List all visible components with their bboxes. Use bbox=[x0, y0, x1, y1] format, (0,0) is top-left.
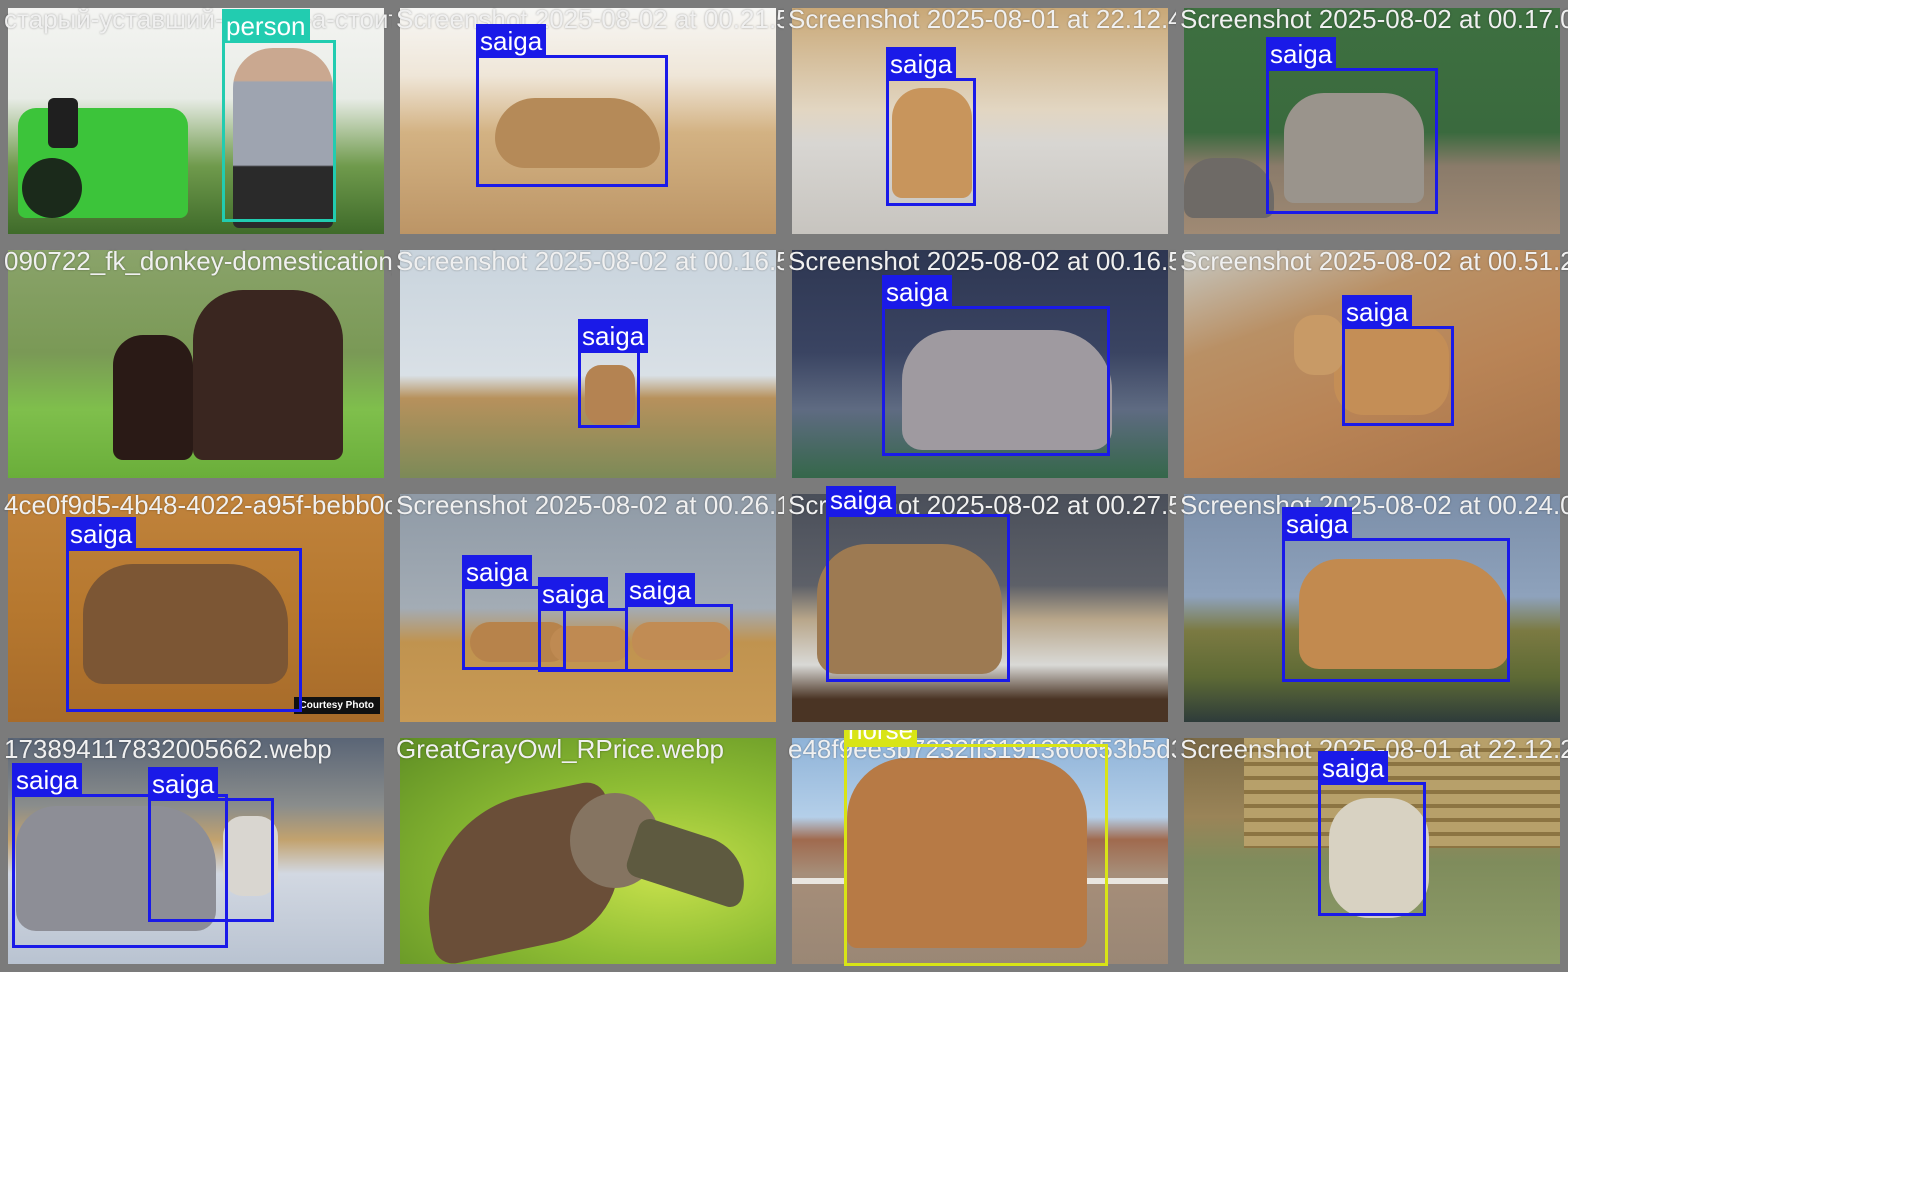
detection-label: saiga bbox=[1266, 37, 1337, 71]
donkey-shape bbox=[193, 290, 343, 460]
tile-12[interactable]: saiga Screenshot 2025-08-02 at 00.24.0 bbox=[1176, 486, 1568, 730]
detection-label: saiga bbox=[148, 767, 219, 801]
detection-label: saiga bbox=[462, 555, 533, 589]
tile-14[interactable]: GreatGrayOwl_RPrice.webp bbox=[392, 730, 784, 972]
detection-box-saiga[interactable]: saiga bbox=[1282, 507, 1510, 682]
detection-label: saiga bbox=[826, 486, 897, 517]
detection-label: person bbox=[222, 9, 310, 43]
tile-5[interactable]: 090722_fk_donkey-domestication_ bbox=[0, 242, 392, 486]
tile-7[interactable]: saiga Screenshot 2025-08-02 at 00.16.54.… bbox=[784, 242, 1176, 486]
detection-box-person[interactable]: person bbox=[222, 9, 336, 222]
detection-box-saiga[interactable]: saiga bbox=[476, 24, 668, 187]
owl-wing-shape bbox=[623, 815, 757, 911]
tractor-seat-shape bbox=[48, 98, 78, 148]
tile-16[interactable]: saiga Screenshot 2025-08-01 at 22.12.2 bbox=[1176, 730, 1568, 972]
detection-box-saiga[interactable]: saiga bbox=[1318, 751, 1426, 916]
detection-label: saiga bbox=[1282, 507, 1353, 541]
detection-label: saiga bbox=[476, 24, 547, 58]
tile-13[interactable]: saiga saiga 17389411783200566­2.webp bbox=[0, 730, 392, 972]
detection-box-saiga[interactable]: saiga bbox=[1342, 295, 1454, 426]
tractor-wheel-shape bbox=[22, 158, 82, 218]
tile-11[interactable]: saiga Screenshot 2025-08-02 at 00.27.57.… bbox=[784, 486, 1176, 730]
detection-label: saiga bbox=[12, 763, 83, 797]
tile-8[interactable]: saiga Screenshot 2025-08-02 at 00.51.2 bbox=[1176, 242, 1568, 486]
detection-box-saiga[interactable]: saiga bbox=[886, 47, 976, 206]
detection-box-saiga[interactable]: saiga bbox=[625, 573, 733, 672]
tile-2[interactable]: saiga Screenshot 2025-08-02 at 00.21.56.… bbox=[392, 0, 784, 242]
saiga-shape bbox=[1294, 315, 1344, 375]
detection-box-saiga[interactable]: saiga bbox=[1266, 37, 1438, 214]
detection-box-saiga[interactable]: saiga bbox=[826, 486, 1010, 682]
detection-label: saiga bbox=[1318, 751, 1389, 785]
detection-box-saiga[interactable]: saiga bbox=[66, 517, 302, 712]
mosaic-right-margin bbox=[1568, 0, 1920, 1192]
tile-photo bbox=[400, 738, 776, 964]
rock-shape bbox=[1184, 158, 1274, 218]
mosaic-grid: person старый-уставший-person-а-стоит-в-… bbox=[0, 0, 1920, 1192]
tile-6[interactable]: saiga Screenshot 2025-08-02 at 00.16.56.… bbox=[392, 242, 784, 486]
credit-badge: Courtesy Photo bbox=[293, 697, 380, 714]
detection-label: saiga bbox=[578, 319, 649, 353]
detection-box-saiga[interactable]: saiga bbox=[578, 319, 649, 428]
tile-photo bbox=[792, 8, 1168, 234]
detection-box-saiga[interactable]: saiga bbox=[882, 275, 1110, 456]
tile-4[interactable]: saiga Screenshot 2025-08-02 at 00.17.0 bbox=[1176, 0, 1568, 242]
detection-label: saiga bbox=[1342, 295, 1413, 329]
detection-label: saiga bbox=[625, 573, 696, 607]
tile-10[interactable]: saiga saiga saiga Screenshot 2025-08-02 … bbox=[392, 486, 784, 730]
detection-label: horse bbox=[844, 730, 918, 747]
detection-label: saiga bbox=[66, 517, 137, 551]
detection-label: saiga bbox=[882, 275, 953, 309]
tile-photo bbox=[8, 250, 384, 478]
detection-label: saiga bbox=[538, 577, 609, 611]
tile-9[interactable]: saiga Courtesy Photo 4ce0f9d5-4b48-4022-… bbox=[0, 486, 392, 730]
foal-shape bbox=[113, 335, 193, 460]
tile-15[interactable]: horse e48f9ee3b7232ff3191360653b5d3e8c.w… bbox=[784, 730, 1176, 972]
tile-1[interactable]: person старый-уставший-person-а-стоит-в-… bbox=[0, 0, 392, 242]
detection-box-saiga[interactable]: saiga bbox=[538, 577, 628, 672]
detection-label: saiga bbox=[886, 47, 957, 81]
tile-3[interactable]: saiga Screenshot 2025-08-01 at 22.12.49.… bbox=[784, 0, 1176, 242]
mosaic-bottom-margin bbox=[0, 972, 1568, 1192]
detection-box-horse[interactable]: horse bbox=[844, 730, 1108, 966]
detection-box-saiga[interactable]: saiga bbox=[148, 767, 274, 922]
